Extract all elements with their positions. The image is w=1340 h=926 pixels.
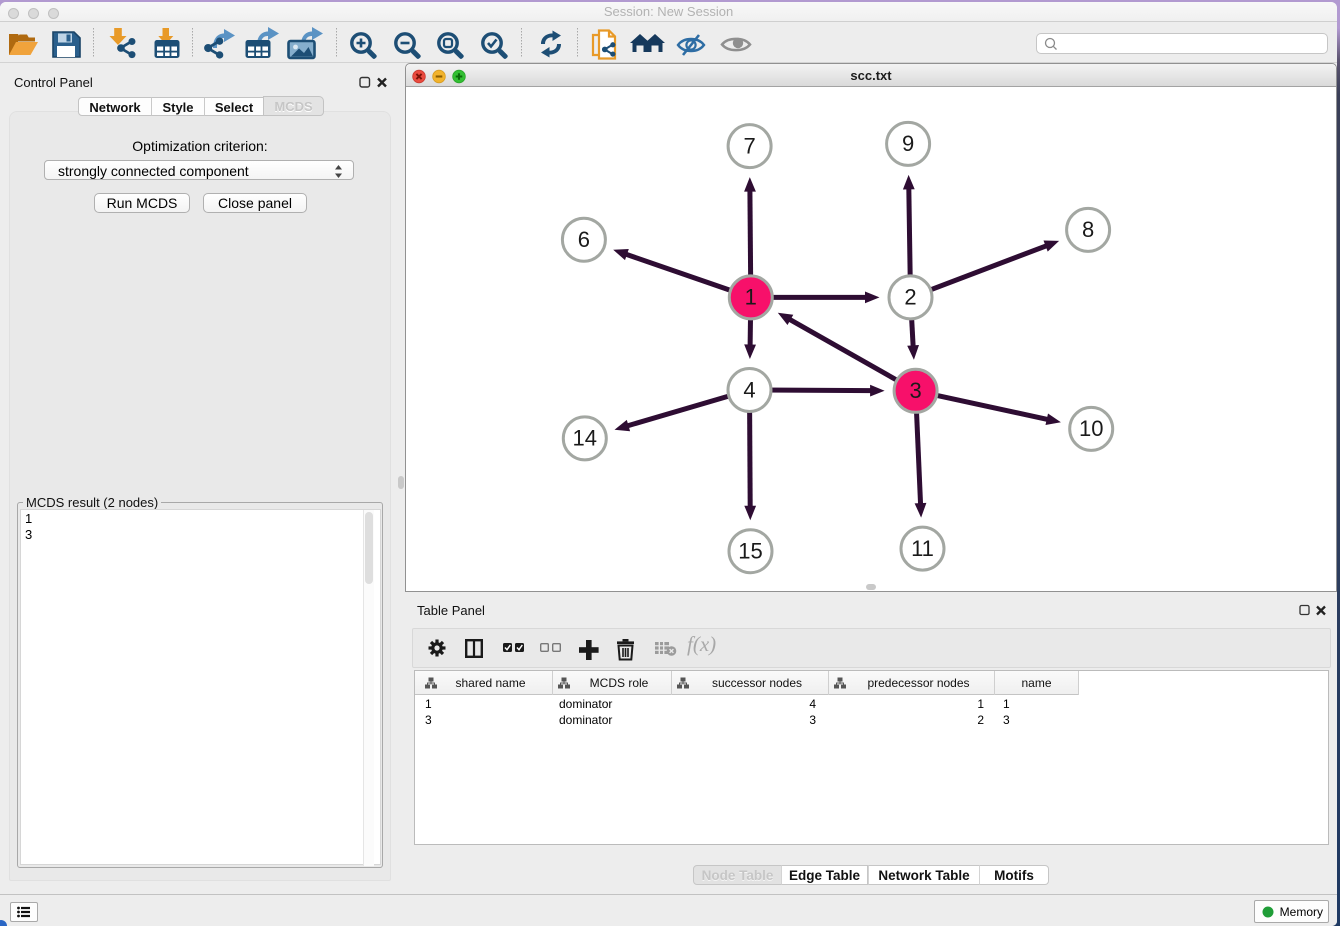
svg-text:3: 3 — [909, 378, 921, 403]
svg-text:1: 1 — [745, 285, 757, 310]
svg-text:11: 11 — [911, 536, 934, 561]
svg-text:4: 4 — [743, 377, 755, 402]
svg-text:14: 14 — [573, 426, 597, 451]
svg-text:8: 8 — [1082, 217, 1094, 242]
svg-text:15: 15 — [738, 539, 762, 564]
svg-text:2: 2 — [904, 285, 916, 310]
svg-text:9: 9 — [902, 131, 914, 156]
svg-text:10: 10 — [1079, 416, 1103, 441]
svg-text:6: 6 — [578, 227, 590, 252]
svg-text:7: 7 — [743, 133, 755, 158]
